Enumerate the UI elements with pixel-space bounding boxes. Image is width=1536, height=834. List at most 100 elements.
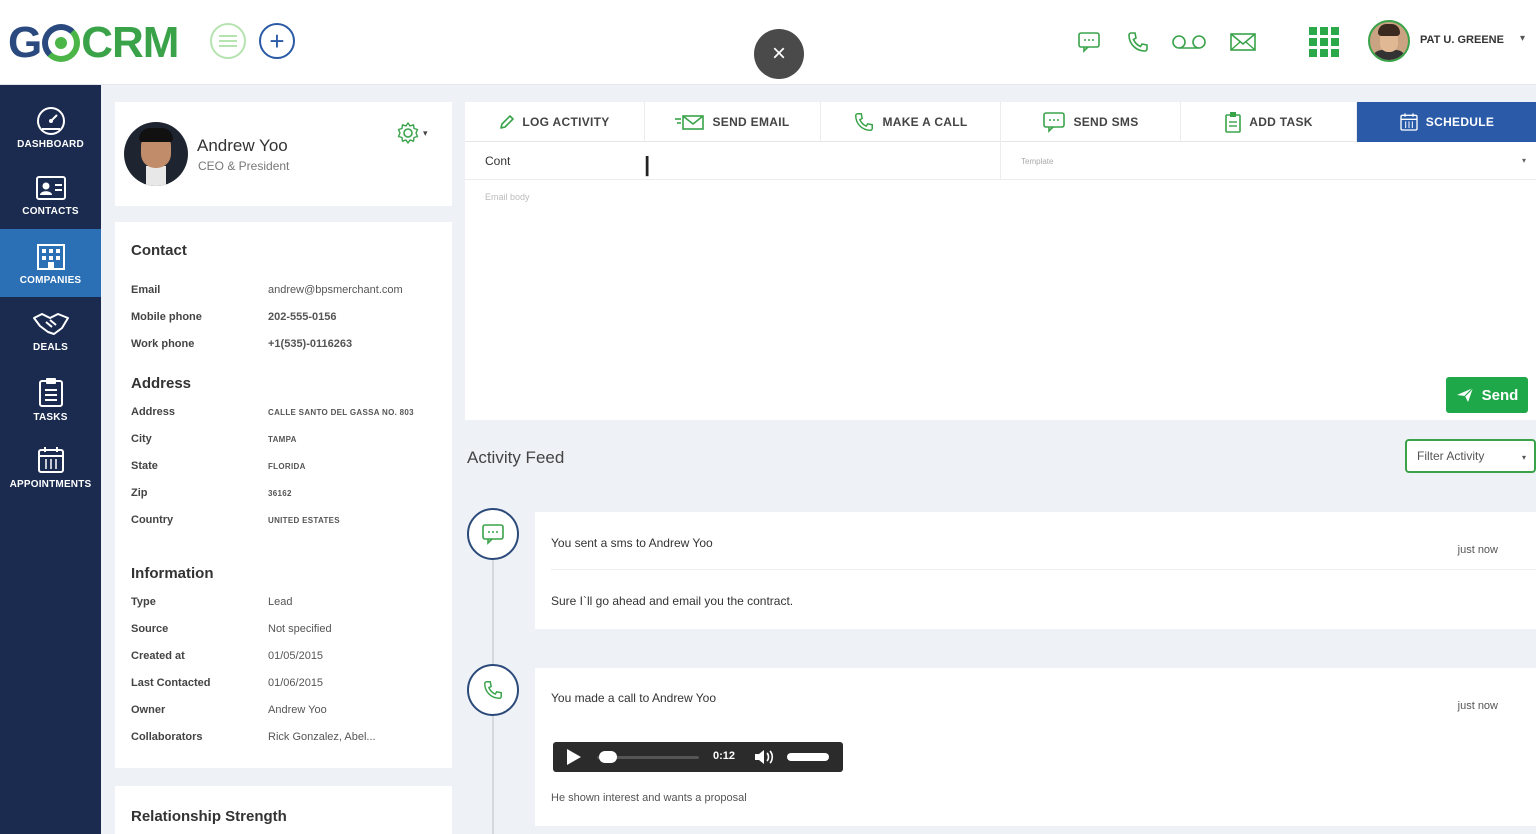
- tab-send-email[interactable]: SEND EMAIL: [645, 102, 821, 142]
- address-section-title: Address: [131, 375, 191, 392]
- activity-composer: LOG ACTIVITY SEND EMAIL MAKE A CALL SEND…: [465, 102, 1536, 420]
- work-phone-label: Work phone: [131, 338, 194, 350]
- activity-message: He shown interest and wants a proposal: [551, 792, 747, 804]
- phone-call-icon: [482, 679, 504, 701]
- building-icon: [34, 241, 68, 271]
- tab-label: SEND SMS: [1073, 115, 1138, 129]
- created-at-label: Created at: [131, 650, 185, 662]
- tab-schedule[interactable]: SCHEDULE: [1357, 102, 1536, 142]
- nav-tasks[interactable]: TASKS: [0, 365, 101, 433]
- pencil-icon: [499, 114, 515, 130]
- contact-card-icon: [34, 174, 68, 202]
- work-phone-value[interactable]: +1(535)-0116263: [268, 338, 352, 350]
- mobile-phone-value[interactable]: 202-555-0156: [268, 311, 337, 323]
- add-button[interactable]: +: [259, 23, 295, 59]
- template-select[interactable]: Template ▾: [1001, 142, 1536, 180]
- filter-activity-dropdown[interactable]: Filter Activity ▾: [1405, 439, 1536, 473]
- contact-avatar: [124, 122, 188, 186]
- address-label: Address: [131, 406, 175, 418]
- email-label: Email: [131, 284, 160, 296]
- phone-icon[interactable]: [1125, 28, 1151, 56]
- nav-dashboard[interactable]: DASHBOARD: [0, 93, 101, 161]
- email-send-icon: [675, 113, 705, 131]
- hamburger-icon: [219, 34, 237, 48]
- tab-log-activity[interactable]: LOG ACTIVITY: [465, 102, 645, 142]
- handshake-icon: [32, 310, 70, 338]
- details-card: Contact Email andrew@bpsmerchant.com Mob…: [115, 222, 452, 768]
- activity-time: just now: [1458, 544, 1498, 556]
- filter-activity-label: Filter Activity: [1417, 449, 1484, 463]
- phone-call-icon: [853, 111, 875, 133]
- volume-slider[interactable]: [787, 753, 829, 761]
- paper-plane-icon: [1456, 387, 1474, 403]
- activity-item-call[interactable]: You made a call to Andrew Yoo just now 0…: [535, 668, 1536, 826]
- relationship-strength-card: Relationship Strength: [115, 786, 452, 834]
- activity-message: Sure I`ll go ahead and email you the con…: [551, 594, 793, 608]
- sidebar: DASHBOARD CONTACTS COMPANIES DEALS TASKS…: [0, 85, 101, 834]
- audio-progress-knob[interactable]: [599, 751, 617, 763]
- collaborators-value[interactable]: Rick Gonzalez, Abel...: [268, 731, 376, 743]
- tab-label: SCHEDULE: [1426, 115, 1494, 129]
- tab-label: LOG ACTIVITY: [522, 115, 609, 129]
- nav-deals[interactable]: DEALS: [0, 297, 101, 365]
- logo-crm: CRM: [81, 18, 178, 68]
- calendar-icon: [36, 445, 66, 475]
- type-value: Lead: [268, 596, 292, 608]
- composer-tabs: LOG ACTIVITY SEND EMAIL MAKE A CALL SEND…: [465, 102, 1536, 142]
- nav-label: APPOINTMENTS: [10, 479, 92, 490]
- task-icon: [1224, 111, 1242, 133]
- tab-make-a-call[interactable]: MAKE A CALL: [821, 102, 1001, 142]
- email-body-input[interactable]: [485, 192, 1515, 362]
- contact-section-title: Contact: [131, 242, 187, 259]
- activity-title: You sent a sms to Andrew Yoo: [551, 536, 713, 550]
- chevron-down-icon: ▾: [1522, 453, 1526, 462]
- country-value: UNITED ESTATES: [268, 516, 340, 525]
- nav-label: DASHBOARD: [17, 139, 84, 150]
- top-bar: G CRM + × PAT U. GREENE ▾: [0, 0, 1536, 85]
- last-contacted-label: Last Contacted: [131, 677, 210, 689]
- nav-companies[interactable]: COMPANIES: [0, 229, 101, 297]
- activity-item-sms[interactable]: You sent a sms to Andrew Yoo just now Su…: [535, 512, 1536, 629]
- gocrm-logo[interactable]: G CRM: [8, 18, 178, 68]
- owner-label: Owner: [131, 704, 165, 716]
- text-cursor-icon: I: [643, 150, 651, 183]
- menu-button[interactable]: [210, 23, 246, 59]
- information-section-title: Information: [131, 565, 214, 582]
- address-value: CALLE SANTO DEL GASSA NO. 803: [268, 408, 414, 417]
- state-label: State: [131, 460, 158, 472]
- settings-button[interactable]: ▾: [397, 121, 431, 145]
- calendar-icon: [1399, 112, 1419, 132]
- nav-label: COMPANIES: [20, 275, 82, 286]
- apps-grid-icon[interactable]: [1309, 27, 1339, 57]
- nav-contacts[interactable]: CONTACTS: [0, 161, 101, 229]
- mobile-phone-label: Mobile phone: [131, 311, 202, 323]
- country-label: Country: [131, 514, 173, 526]
- mail-icon[interactable]: [1229, 28, 1257, 56]
- play-icon[interactable]: [567, 749, 581, 765]
- type-label: Type: [131, 596, 156, 608]
- close-button[interactable]: ×: [754, 29, 804, 79]
- audio-player: 0:12: [553, 742, 843, 772]
- send-button[interactable]: Send: [1446, 377, 1528, 413]
- tab-add-task[interactable]: ADD TASK: [1181, 102, 1357, 142]
- tab-label: SEND EMAIL: [712, 115, 789, 129]
- user-menu-caret-icon[interactable]: ▾: [1520, 33, 1525, 44]
- timeline-call-marker: [467, 664, 519, 716]
- voicemail-icon[interactable]: [1171, 28, 1207, 56]
- relationship-strength-title: Relationship Strength: [131, 808, 287, 825]
- volume-icon[interactable]: [753, 748, 777, 766]
- chat-icon[interactable]: [1076, 28, 1102, 56]
- speedometer-icon: [34, 105, 68, 135]
- state-value: FLORIDA: [268, 462, 306, 471]
- user-name[interactable]: PAT U. GREENE: [1420, 34, 1504, 46]
- timeline-sms-marker: [467, 508, 519, 560]
- owner-value[interactable]: Andrew Yoo: [268, 704, 327, 716]
- activity-divider: [551, 569, 1536, 570]
- recipient-input[interactable]: [485, 154, 985, 168]
- email-value[interactable]: andrew@bpsmerchant.com: [268, 284, 403, 296]
- sms-icon: [1042, 111, 1066, 133]
- nav-appointments[interactable]: APPOINTMENTS: [0, 433, 101, 501]
- user-avatar[interactable]: [1368, 20, 1410, 62]
- tab-send-sms[interactable]: SEND SMS: [1001, 102, 1181, 142]
- recipient-field: I: [465, 142, 1001, 180]
